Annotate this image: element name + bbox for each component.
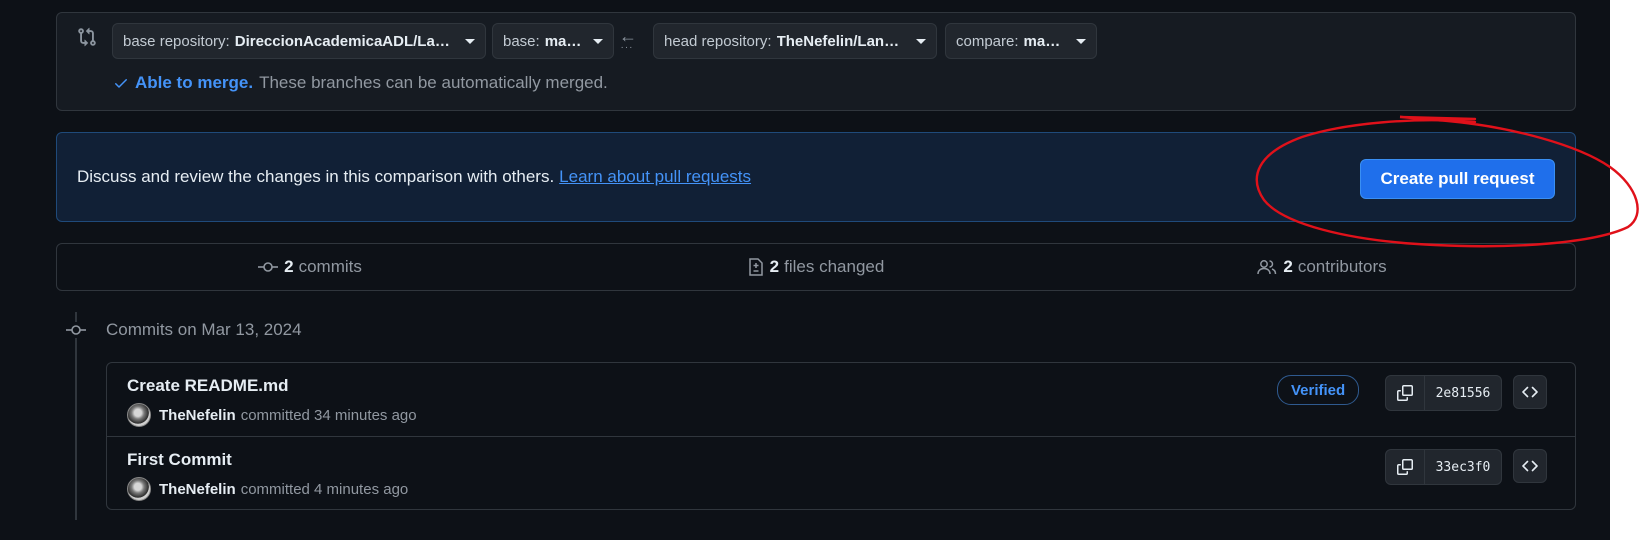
compare-branch-select[interactable]: compare: master (945, 23, 1097, 59)
caret-down-icon (465, 38, 475, 44)
browse-repository-button[interactable] (1513, 449, 1547, 483)
commits-label: commits (298, 257, 362, 276)
avatar[interactable] (127, 477, 151, 501)
contributors-count: 2 (1283, 257, 1293, 276)
commit-sha-link[interactable]: 2e81556 (1425, 376, 1501, 410)
range-editor: base repository: DireccionAcademicaADL/L… (56, 12, 1576, 111)
verified-badge[interactable]: Verified (1277, 375, 1360, 405)
caret-down-icon (1076, 38, 1086, 44)
base-repository-value: DireccionAcademicaADL/Landi… (234, 32, 457, 50)
learn-about-pull-requests-link[interactable]: Learn about pull requests (559, 167, 751, 186)
browse-repository-button[interactable] (1513, 375, 1547, 409)
copy-sha-button[interactable] (1386, 376, 1425, 410)
commit-time: committed 34 minutes ago (240, 406, 417, 424)
head-repository-select[interactable]: head repository: TheNefelin/Landing (653, 23, 937, 59)
commit-list: Create README.md TheNefelin committed 34… (106, 362, 1576, 510)
commit-row: First Commit TheNefelin committed 4 minu… (107, 436, 1575, 510)
code-icon (1522, 386, 1538, 398)
commit-author-link[interactable]: TheNefelin (159, 407, 236, 424)
compare-branch-prefix: compare: (956, 32, 1019, 50)
copy-icon (1397, 385, 1413, 401)
commits-count: 2 (284, 257, 294, 276)
commit-title-link[interactable]: First Commit (127, 450, 232, 470)
base-branch-select[interactable]: base: master (492, 23, 614, 59)
check-icon (115, 79, 127, 88)
create-pull-request-button[interactable]: Create pull request (1360, 159, 1555, 199)
commit-author-link[interactable]: TheNefelin (159, 481, 236, 498)
base-branch-value: master (544, 32, 585, 50)
copy-sha-button[interactable] (1386, 450, 1425, 484)
discuss-text: Discuss and review the changes in this c… (77, 167, 751, 187)
caret-down-icon (593, 38, 603, 44)
discuss-label: Discuss and review the changes in this c… (77, 167, 555, 186)
caret-down-icon (916, 38, 926, 44)
files-count: 2 (769, 257, 780, 276)
commit-row: Create README.md TheNefelin committed 34… (107, 363, 1575, 436)
git-commit-icon (258, 262, 279, 272)
timeline-line (75, 312, 77, 520)
arrow-left-icon: ← ··· (619, 26, 637, 53)
commit-time: committed 4 minutes ago (240, 480, 409, 498)
head-repository-prefix: head repository: (664, 32, 772, 50)
commits-date-heading: Commits on Mar 13, 2024 (106, 320, 302, 339)
compare-branch-value: master (1023, 32, 1068, 50)
merge-ok-label: Able to merge. (135, 73, 254, 92)
comparison-summary: 2 commits 2 files changed 2 contributors (56, 243, 1576, 291)
merge-status: Able to merge. These branches can be aut… (113, 73, 608, 93)
file-diff-icon (748, 258, 763, 276)
base-repository-prefix: base repository: (123, 32, 230, 50)
commit-title-link[interactable]: Create README.md (127, 376, 289, 396)
base-branch-prefix: base: (503, 32, 540, 50)
commit-meta: TheNefelin committed 34 minutes ago (127, 403, 417, 427)
commit-meta: TheNefelin committed 4 minutes ago (127, 477, 408, 501)
create-pull-request-panel: Discuss and review the changes in this c… (56, 132, 1576, 222)
contributors-label: contributors (1297, 257, 1387, 276)
merge-message: These branches can be automatically merg… (259, 73, 608, 92)
copy-icon (1397, 459, 1413, 475)
git-commit-icon (66, 322, 86, 338)
commit-sha-group: 33ec3f0 (1385, 449, 1502, 485)
head-repository-value: TheNefelin/Landing (776, 32, 908, 50)
contributors-tab[interactable]: 2 contributors (1069, 244, 1575, 290)
compare-page: base repository: DireccionAcademicaADL/L… (0, 0, 1610, 540)
commit-sha-link[interactable]: 33ec3f0 (1425, 450, 1501, 484)
git-compare-icon (78, 27, 96, 47)
files-changed-tab[interactable]: 2 files changed (563, 244, 1069, 290)
avatar[interactable] (127, 403, 151, 427)
code-icon (1522, 460, 1538, 472)
files-label: files changed (784, 257, 885, 276)
commits-tab[interactable]: 2 commits (57, 244, 563, 290)
people-icon (1257, 260, 1277, 275)
base-repository-select[interactable]: base repository: DireccionAcademicaADL/L… (112, 23, 486, 59)
commit-sha-group: 2e81556 (1385, 375, 1502, 411)
